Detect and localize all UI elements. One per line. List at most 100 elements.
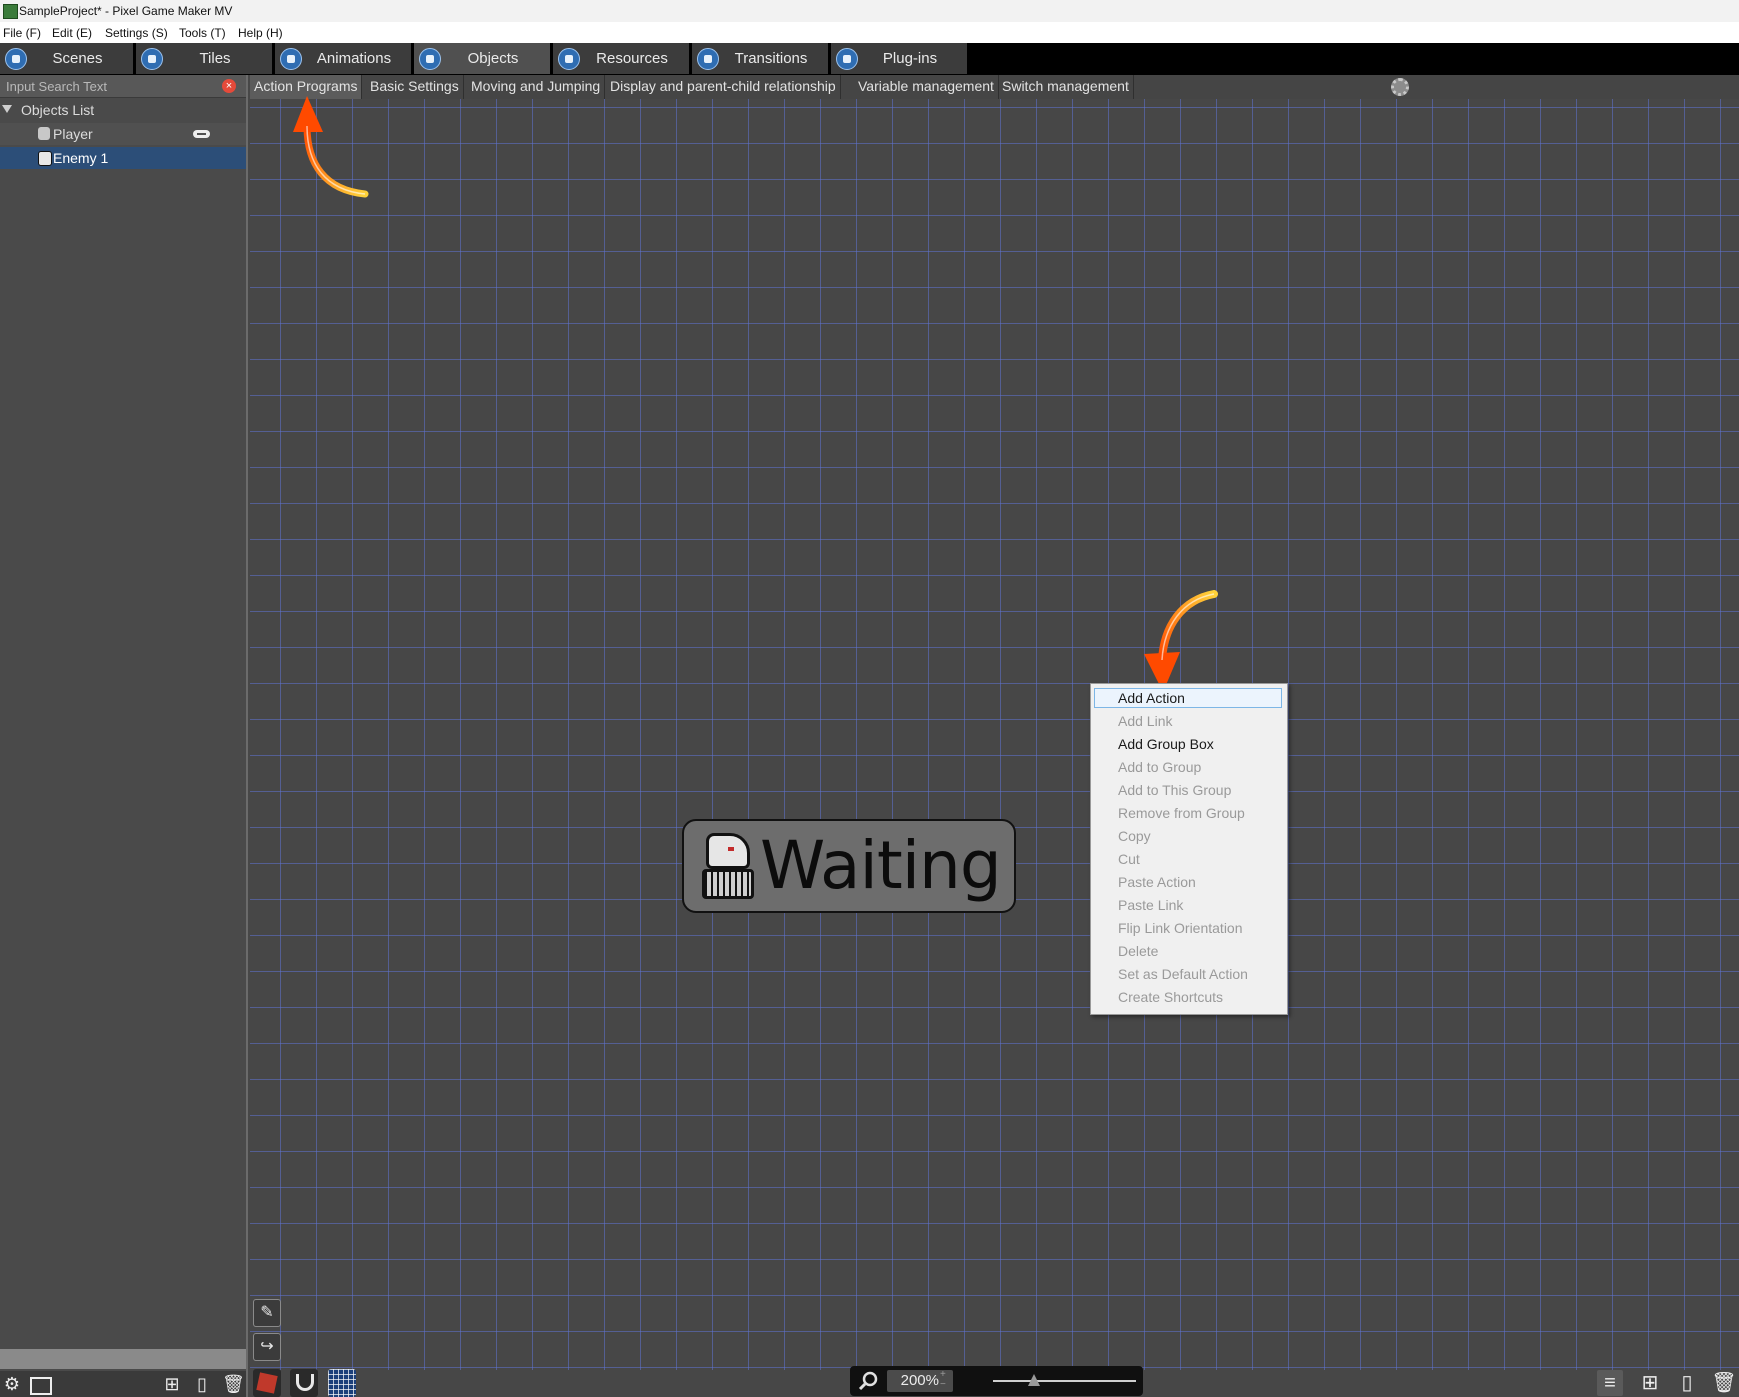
new-file-icon[interactable]: ▯ <box>1674 1370 1700 1396</box>
tab-scenes[interactable]: Scenes <box>0 43 136 74</box>
sidebar-scrollbar[interactable] <box>0 1349 246 1369</box>
link-arrow-icon[interactable]: ↪ <box>253 1333 281 1361</box>
menu-item-label: Set as Default Action <box>1118 966 1248 982</box>
menu-item-set-default-action[interactable]: Set as Default Action <box>1091 963 1287 985</box>
main-tab-bar: Scenes Tiles Animations Objects Resource… <box>0 43 1739 75</box>
enemy-sprite-icon <box>698 831 756 903</box>
menu-item-label: Paste Link <box>1118 897 1184 913</box>
tab-basic-settings[interactable]: Basic Settings <box>366 75 464 99</box>
settings-gear-icon[interactable] <box>1391 78 1409 96</box>
title-bar: SampleProject* - Pixel Game Maker MV <box>0 0 1739 23</box>
menu-settings[interactable]: Settings (S) <box>105 26 168 40</box>
tab-animations[interactable]: Animations <box>275 43 414 74</box>
list-item-label: Enemy 1 <box>53 150 109 166</box>
zoom-spinner-icon[interactable]: + − <box>940 1370 946 1390</box>
menu-file[interactable]: File (F) <box>3 26 41 40</box>
tab-animations-label: Animations <box>316 50 392 67</box>
enemy-icon <box>38 151 52 166</box>
list-item-enemy-1[interactable]: Enemy 1 <box>0 147 246 169</box>
object-sidebar: Input Search Text × Objects List Player … <box>0 75 248 1397</box>
menu-item-label: Paste Action <box>1118 874 1196 890</box>
menu-item-cut[interactable]: Cut <box>1091 848 1287 870</box>
search-placeholder: Input Search Text <box>6 79 107 94</box>
player-icon <box>38 127 50 140</box>
menu-item-copy[interactable]: Copy <box>1091 825 1287 847</box>
menu-item-label: Create Shortcuts <box>1118 989 1224 1005</box>
menu-item-remove-from-group[interactable]: Remove from Group <box>1091 802 1287 824</box>
menu-item-paste-link[interactable]: Paste Link <box>1091 894 1287 916</box>
tab-moving-and-jumping[interactable]: Moving and Jumping <box>467 75 606 99</box>
gamepad-icon <box>193 130 210 138</box>
menu-item-label: Remove from Group <box>1118 805 1245 821</box>
app-icon <box>3 4 18 19</box>
menu-tools[interactable]: Tools (T) <box>179 26 226 40</box>
action-node-label: Waiting <box>760 827 1002 904</box>
tab-transitions[interactable]: Transitions <box>692 43 831 74</box>
menu-item-paste-action[interactable]: Paste Action <box>1091 871 1287 893</box>
menu-item-label: Add to Group <box>1118 759 1202 775</box>
trash-icon[interactable]: 🗑 <box>1711 1370 1737 1396</box>
tab-display-parent-child[interactable]: Display and parent-child relationship <box>606 75 841 99</box>
trash-icon[interactable]: 🗑 <box>222 1374 245 1394</box>
menu-item-label: Copy <box>1118 828 1151 844</box>
menu-item-label: Add Link <box>1118 713 1173 729</box>
list-item-player[interactable]: Player <box>0 123 246 145</box>
tab-objects-label: Objects <box>467 50 519 67</box>
film-icon[interactable] <box>30 1377 52 1395</box>
gear-icon[interactable]: ⚙ <box>2 1374 22 1394</box>
annotation-arrow-icon <box>1144 590 1218 692</box>
list-item-label: Player <box>53 126 93 142</box>
menu-item-delete[interactable]: Delete <box>1091 940 1287 962</box>
menu-item-label: Add Group Box <box>1118 736 1214 752</box>
search-input[interactable]: Input Search Text × <box>0 75 246 98</box>
menu-item-label: Delete <box>1118 943 1159 959</box>
tab-plugins[interactable]: Plug-ins <box>831 43 970 74</box>
window-title: SampleProject* - Pixel Game Maker MV <box>19 4 233 18</box>
tab-tiles[interactable]: Tiles <box>136 43 275 74</box>
context-menu: Add Action Add Link Add Group Box Add to… <box>1090 683 1288 1015</box>
tab-transitions-label: Transitions <box>734 50 808 67</box>
menu-item-label: Add Action <box>1118 690 1185 706</box>
tree-root-label: Objects List <box>21 102 95 118</box>
zoom-slider-thumb[interactable] <box>1028 1374 1040 1386</box>
sidebar-toolbar: ⚙ ⊞ ▯ 🗑 <box>0 1371 246 1397</box>
menu-item-label: Cut <box>1118 851 1140 867</box>
tab-resources-label: Resources <box>596 50 668 67</box>
menu-item-create-shortcuts[interactable]: Create Shortcuts <box>1091 986 1287 1008</box>
menu-item-add-group-box[interactable]: Add Group Box <box>1091 733 1287 755</box>
list-view-icon[interactable]: ≡ <box>1597 1370 1623 1396</box>
tab-plugins-label: Plug-ins <box>882 50 938 67</box>
collapse-arrow-icon[interactable] <box>2 105 12 113</box>
sub-tab-bar: Action Programs Basic Settings Moving an… <box>250 75 1739 99</box>
menu-item-label: Flip Link Orientation <box>1118 920 1243 936</box>
menu-item-label: Add to This Group <box>1118 782 1232 798</box>
add-folder-icon[interactable]: ⊞ <box>162 1374 182 1394</box>
menu-item-add-to-this-group[interactable]: Add to This Group <box>1091 779 1287 801</box>
zoom-control: 200% + − <box>850 1366 1143 1396</box>
grid-toggle-icon[interactable] <box>328 1369 356 1397</box>
tab-objects[interactable]: Objects <box>414 43 553 74</box>
tab-scenes-label: Scenes <box>52 50 103 67</box>
magnet-icon[interactable] <box>290 1369 318 1397</box>
tab-variable-management[interactable]: Variable management <box>854 75 999 99</box>
red-action-icon[interactable] <box>253 1369 281 1397</box>
menu-item-add-link[interactable]: Add Link <box>1091 710 1287 732</box>
menu-edit[interactable]: Edit (E) <box>52 26 92 40</box>
annotation-arrow-icon <box>293 96 369 198</box>
tab-tiles-label: Tiles <box>199 50 231 67</box>
menu-item-add-to-group[interactable]: Add to Group <box>1091 756 1287 778</box>
new-file-icon[interactable]: ▯ <box>192 1374 212 1394</box>
menu-item-flip-link-orientation[interactable]: Flip Link Orientation <box>1091 917 1287 939</box>
action-node-waiting[interactable]: Waiting <box>682 819 1016 913</box>
clear-search-icon[interactable]: × <box>222 79 236 93</box>
menu-help[interactable]: Help (H) <box>238 26 283 40</box>
menu-item-add-action[interactable]: Add Action <box>1091 687 1287 709</box>
tree-root-objects-list[interactable]: Objects List <box>0 99 246 121</box>
add-folder-icon[interactable]: ⊞ <box>1637 1370 1663 1396</box>
tab-resources[interactable]: Resources <box>553 43 692 74</box>
pencil-icon[interactable]: ✎ <box>253 1299 281 1327</box>
menu-bar: File (F) Edit (E) Settings (S) Tools (T)… <box>0 22 1739 44</box>
tab-switch-management[interactable]: Switch management <box>998 75 1134 99</box>
zoom-slider[interactable] <box>993 1380 1136 1382</box>
action-program-canvas[interactable]: Waiting <box>250 99 1739 1370</box>
